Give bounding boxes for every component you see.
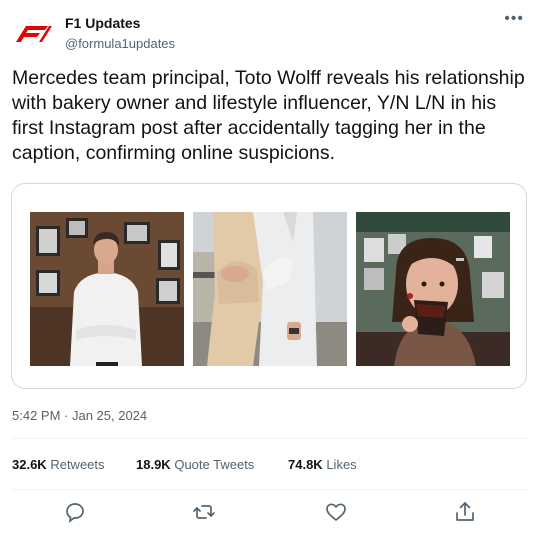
reply-icon[interactable] (62, 500, 88, 524)
quotes-label: Quote Tweets (174, 457, 255, 472)
retweets-label: Retweets (50, 457, 105, 472)
retweets-count: 32.6K (12, 457, 47, 472)
likes-stat[interactable]: 74.8K Likes (288, 457, 357, 472)
photo-couple-embracing[interactable] (193, 212, 347, 366)
tweet-header: F1 Updates @formula1updates ••• (12, 10, 528, 56)
media-card (11, 183, 527, 389)
f1-logo-icon[interactable] (12, 20, 52, 48)
quotes-count: 18.9K (136, 457, 171, 472)
author-handle[interactable]: @formula1updates (65, 36, 175, 51)
tweet-timestamp[interactable]: 5:42 PM · Jan 25, 2024 (12, 408, 147, 423)
likes-count: 74.8K (288, 457, 323, 472)
tweet-text: Mercedes team principal, Toto Wolff reve… (12, 67, 525, 164)
like-icon[interactable] (323, 500, 349, 524)
more-options-icon[interactable]: ••• (504, 10, 524, 28)
action-bar (0, 500, 540, 526)
photo-woman-drinking[interactable] (356, 212, 510, 366)
likes-label: Likes (326, 457, 357, 472)
author-name[interactable]: F1 Updates (65, 15, 140, 31)
divider (12, 489, 528, 490)
retweet-icon[interactable] (191, 500, 217, 524)
retweets-stat[interactable]: 32.6K Retweets (12, 457, 105, 472)
divider (12, 438, 528, 439)
quote-tweets-stat[interactable]: 18.9K Quote Tweets (136, 457, 254, 472)
share-icon[interactable] (452, 500, 478, 524)
photo-man-in-office[interactable] (30, 212, 184, 366)
